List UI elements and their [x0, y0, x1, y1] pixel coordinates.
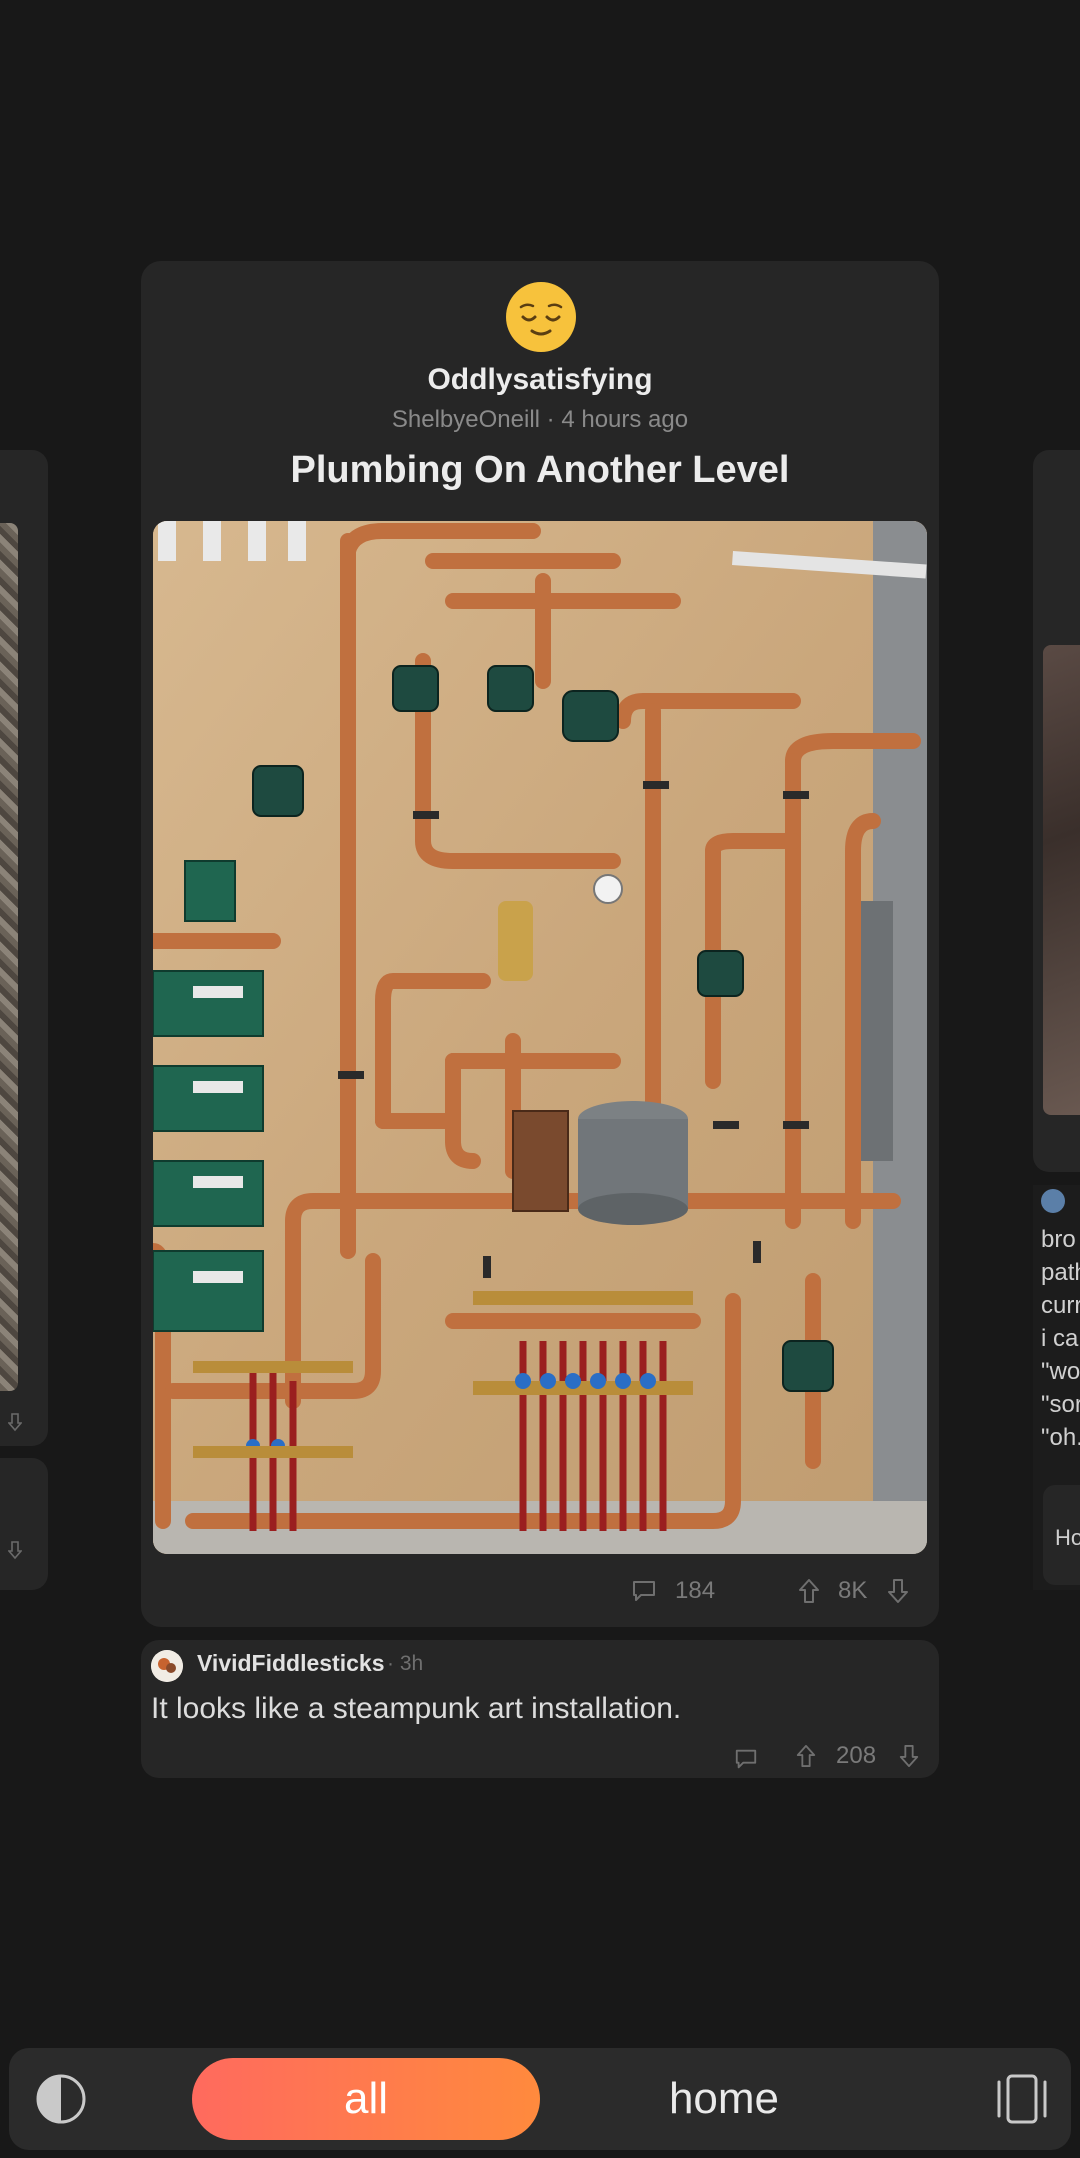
next-post-image: [1043, 645, 1080, 1115]
post-author[interactable]: ShelbyeOneill: [392, 406, 540, 433]
previous-post-card[interactable]: [0, 450, 48, 1446]
next-comment-text: bro path curr i car "wo "sor "oh.: [1041, 1226, 1080, 1451]
feed-screen: bro path curr i car "wo "sor "oh. Ho Odd…: [0, 0, 1080, 2158]
comment-text: It looks like a steampunk art installati…: [151, 1692, 682, 1725]
downvote-icon[interactable]: [7, 1412, 23, 1432]
reply-icon[interactable]: [734, 1744, 758, 1774]
post-image[interactable]: [153, 521, 927, 1554]
comment-time: · 3h: [387, 1652, 424, 1675]
contrast-icon[interactable]: [35, 2073, 87, 2125]
downvote-icon[interactable]: [7, 1540, 23, 1564]
post-card[interactable]: Oddlysatisfying ShelbyeOneill · 4 hours …: [141, 261, 939, 1627]
post-score: 8K: [838, 1577, 868, 1604]
post-title[interactable]: Plumbing On Another Level: [141, 449, 939, 492]
card-stack-icon[interactable]: [994, 2072, 1050, 2126]
avatar: [1041, 1189, 1065, 1213]
comment-icon[interactable]: [631, 1577, 657, 1617]
previous-comment-card[interactable]: [0, 1458, 48, 1590]
comment-score: 208: [836, 1742, 877, 1769]
downvote-arrow-icon[interactable]: [886, 1577, 910, 1617]
post-footer: 184 8K: [141, 1571, 939, 1611]
avatar[interactable]: [151, 1650, 183, 1682]
next-reply-card[interactable]: Ho: [1043, 1485, 1080, 1585]
subreddit-name[interactable]: Oddlysatisfying: [141, 363, 939, 397]
next-reply-text: Ho: [1055, 1525, 1080, 1550]
relieved-face-icon[interactable]: [505, 281, 577, 353]
comment-author[interactable]: VividFiddlesticks: [197, 1650, 384, 1677]
bottom-nav: all home: [9, 2048, 1071, 2150]
comment-count[interactable]: 184: [675, 1571, 715, 1611]
plumbing-photo: [153, 521, 927, 1554]
upvote-arrow-icon[interactable]: [795, 1742, 817, 1772]
downvote-arrow-icon[interactable]: [898, 1742, 920, 1772]
tab-home[interactable]: home: [599, 2058, 849, 2140]
next-post-card[interactable]: [1033, 450, 1080, 1172]
meta-separator: ·: [546, 406, 555, 433]
tab-all[interactable]: all: [192, 2058, 540, 2140]
top-comment-card[interactable]: VividFiddlesticks · 3h It looks like a s…: [141, 1640, 939, 1778]
post-time: 4 hours ago: [561, 406, 689, 433]
post-meta: ShelbyeOneill · 4 hours ago: [141, 406, 939, 434]
next-post-comment[interactable]: bro path curr i car "wo "sor "oh. Ho: [1033, 1185, 1080, 1590]
upvote-arrow-icon[interactable]: [797, 1577, 821, 1617]
previous-post-image: [0, 523, 18, 1391]
comment-footer: 208: [141, 1740, 939, 1774]
